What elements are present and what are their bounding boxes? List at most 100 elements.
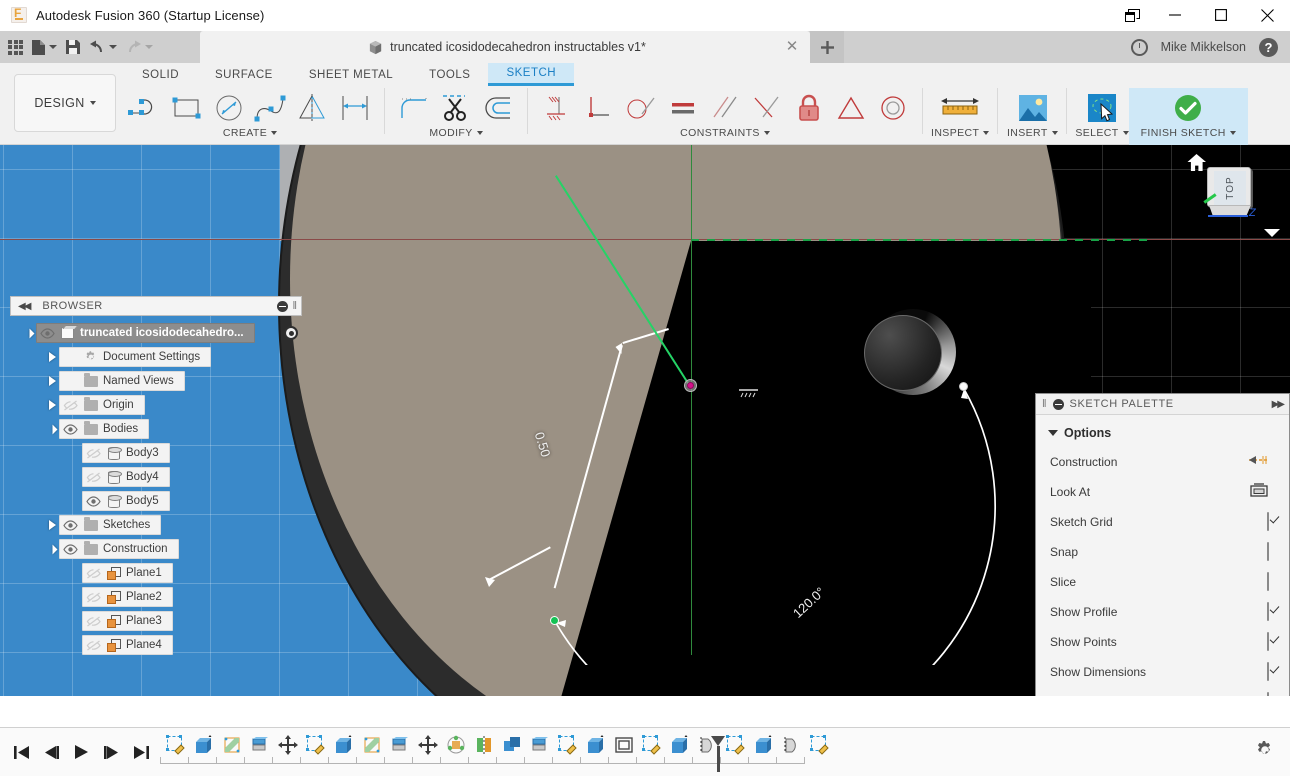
- tree-item-chip[interactable]: Construction: [59, 539, 179, 559]
- palette-row-show-constraints[interactable]: Show Constraints: [1036, 687, 1289, 696]
- finish-sketch-button[interactable]: [1162, 88, 1214, 128]
- clock-icon[interactable]: [1131, 39, 1148, 56]
- timeline-feature-shell[interactable]: [610, 732, 638, 762]
- user-name[interactable]: Mike Mikkelson: [1161, 40, 1246, 54]
- sketch-origin-marker[interactable]: [687, 382, 694, 389]
- timeline-feature-sketch[interactable]: [302, 732, 330, 762]
- browser-tree-item-plane2[interactable]: Plane2: [10, 585, 302, 609]
- browser-tree-item-sketches[interactable]: Sketches: [10, 513, 302, 537]
- step-forward-button[interactable]: [98, 738, 124, 766]
- timeline-playhead[interactable]: [711, 736, 725, 772]
- horizontal-vertical-constraint[interactable]: [536, 88, 578, 128]
- concentric-constraint[interactable]: [872, 88, 914, 128]
- browser-tree-item-document-settings[interactable]: Document Settings: [10, 345, 302, 369]
- timeline-feature-sketch[interactable]: [638, 732, 666, 762]
- circle-tool[interactable]: [208, 88, 250, 128]
- go-to-beginning-button[interactable]: [8, 738, 34, 766]
- play-button[interactable]: [68, 738, 94, 766]
- symmetry-constraint[interactable]: [830, 88, 872, 128]
- tangent-constraint[interactable]: [620, 88, 662, 128]
- browser-tree-item-construction[interactable]: Construction: [10, 537, 302, 561]
- activate-component-radio[interactable]: [284, 326, 298, 340]
- tree-twisty-collapsed[interactable]: [45, 513, 59, 537]
- midpoint-constraint[interactable]: [746, 88, 788, 128]
- eye-visible-icon[interactable]: [85, 494, 101, 508]
- close-icon[interactable]: ✕: [784, 39, 800, 55]
- select-tool[interactable]: [1076, 88, 1128, 128]
- save-button[interactable]: [62, 34, 84, 60]
- palette-row-show-points[interactable]: Show Points: [1036, 627, 1289, 657]
- palette-row-show-dimensions[interactable]: Show Dimensions: [1036, 657, 1289, 687]
- eye-hidden-icon[interactable]: [85, 470, 101, 484]
- browser-tree-item-plane3[interactable]: Plane3: [10, 609, 302, 633]
- eye-visible-icon[interactable]: [39, 326, 55, 340]
- tree-twisty[interactable]: [68, 633, 82, 657]
- timeline-feature-sketch[interactable]: [722, 732, 750, 762]
- tree-item-chip[interactable]: Origin: [59, 395, 145, 415]
- tree-twisty-collapsed[interactable]: [45, 393, 59, 417]
- mirror-tool[interactable]: [292, 88, 334, 128]
- offset-tool[interactable]: [477, 88, 519, 128]
- eye-hidden-icon[interactable]: [62, 398, 78, 412]
- parallel-constraint[interactable]: [704, 88, 746, 128]
- tree-twisty[interactable]: [68, 609, 82, 633]
- tab-sheet-metal[interactable]: SHEET METAL: [291, 63, 411, 86]
- line-tool[interactable]: [124, 88, 166, 128]
- rectangle-tool[interactable]: [166, 88, 208, 128]
- palette-row-slice[interactable]: Slice: [1036, 567, 1289, 597]
- show-dimensions-checkbox[interactable]: [1267, 662, 1269, 681]
- browser-tree-item-bodies[interactable]: Bodies: [10, 417, 302, 441]
- timeline-feature-offset[interactable]: [526, 732, 554, 762]
- minus-circle-icon[interactable]: [277, 301, 288, 312]
- equal-constraint[interactable]: [662, 88, 704, 128]
- eye-hidden-icon[interactable]: [85, 566, 101, 580]
- new-tab-button[interactable]: [810, 31, 844, 63]
- tab-sketch[interactable]: SKETCH: [488, 63, 574, 86]
- ribbon-group-finish-sketch[interactable]: FINISH SKETCH: [1129, 88, 1248, 145]
- step-back-button[interactable]: [38, 738, 64, 766]
- tab-tools[interactable]: TOOLS: [411, 63, 488, 86]
- browser-tree-item-body5[interactable]: Body5: [10, 489, 302, 513]
- grip-icon[interactable]: ‖: [1042, 398, 1047, 410]
- view-cube[interactable]: TOP Z: [1199, 165, 1263, 225]
- go-to-end-button[interactable]: [128, 738, 154, 766]
- chevron-down-icon[interactable]: [477, 131, 483, 135]
- redo-button[interactable]: [122, 34, 156, 60]
- viewport-canvas[interactable]: 0.50 120.0° TOP Z: [0, 145, 1290, 696]
- fix-unfix-constraint[interactable]: [788, 88, 830, 128]
- tree-twisty[interactable]: [68, 585, 82, 609]
- fillet-tool[interactable]: [393, 88, 435, 128]
- chevron-down-icon[interactable]: [983, 131, 989, 135]
- timeline-feature-move[interactable]: [274, 732, 302, 762]
- document-tab[interactable]: truncated icosidodecahedron instructable…: [200, 31, 810, 63]
- look-at-camera-icon[interactable]: [1249, 482, 1269, 503]
- tree-twisty-expanded[interactable]: [45, 537, 59, 561]
- chevron-down-icon[interactable]: [1052, 131, 1058, 135]
- tree-twisty-expanded[interactable]: [45, 417, 59, 441]
- tab-solid[interactable]: SOLID: [124, 63, 197, 86]
- timeline-feature-extrude[interactable]: [750, 732, 778, 762]
- palette-row-look-at[interactable]: Look At: [1036, 477, 1289, 507]
- tree-item-chip[interactable]: Sketches: [59, 515, 161, 535]
- timeline-feature-mirror[interactable]: [470, 732, 498, 762]
- construction-line-icon[interactable]: [1247, 453, 1269, 472]
- horizontal-constraint-glyph[interactable]: [738, 388, 760, 400]
- slice-checkbox[interactable]: [1267, 572, 1269, 591]
- perpendicular-constraint[interactable]: [578, 88, 620, 128]
- insert-image-tool[interactable]: [1006, 88, 1058, 128]
- sketch-grid-checkbox[interactable]: [1267, 512, 1269, 531]
- tree-item-chip[interactable]: Body4: [82, 467, 170, 487]
- sketch-endpoint[interactable]: [550, 616, 559, 625]
- eye-hidden-icon[interactable]: [85, 614, 101, 628]
- timeline-feature-offset[interactable]: [386, 732, 414, 762]
- timeline-feature-sketch[interactable]: [162, 732, 190, 762]
- double-left-arrow-icon[interactable]: ◀◀: [18, 301, 29, 312]
- browser-tree-item-body3[interactable]: Body3: [10, 441, 302, 465]
- palette-row-show-profile[interactable]: Show Profile: [1036, 597, 1289, 627]
- minimize-icon[interactable]: [1152, 0, 1198, 31]
- eye-hidden-icon[interactable]: [85, 446, 101, 460]
- timeline-feature-combine[interactable]: [498, 732, 526, 762]
- measure-tool[interactable]: [934, 88, 986, 128]
- chevron-down-icon[interactable]: [271, 131, 277, 135]
- show-profile-checkbox[interactable]: [1267, 602, 1269, 621]
